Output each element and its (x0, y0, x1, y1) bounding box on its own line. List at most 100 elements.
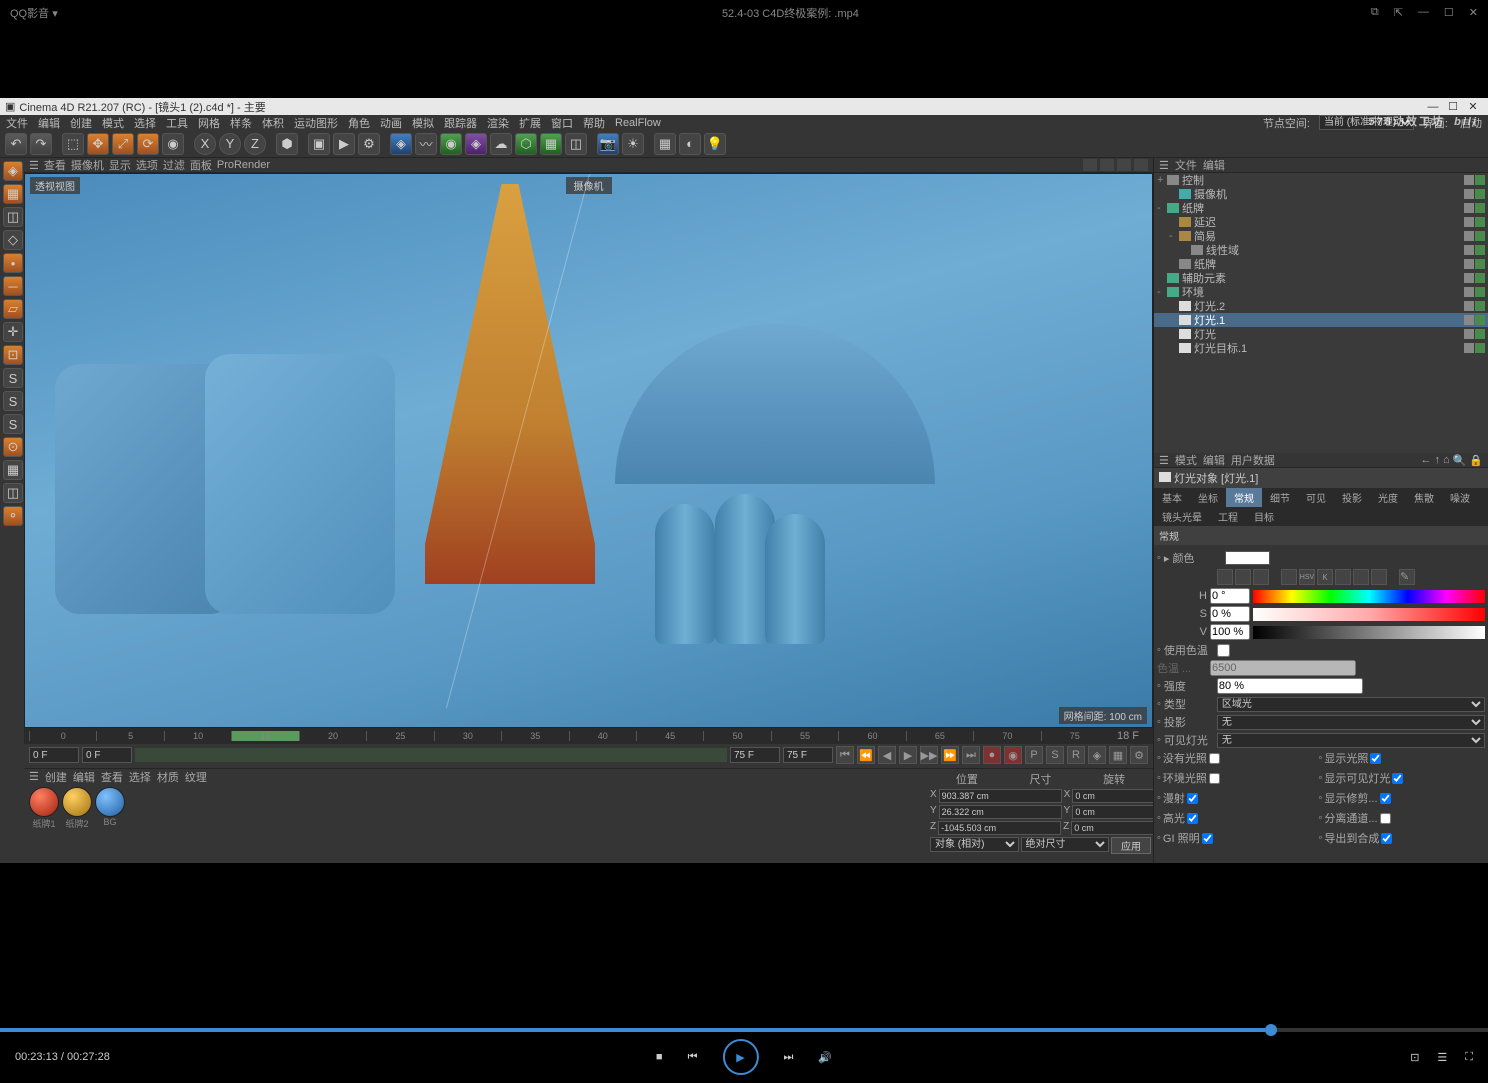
menu-extensions[interactable]: 扩展 (516, 115, 544, 131)
select-tool[interactable]: ⬚ (62, 133, 84, 155)
record-button[interactable]: ● (983, 746, 1001, 764)
video-prev-button[interactable]: ⏮ (688, 1051, 698, 1064)
attr-tab[interactable]: 可见 (1298, 488, 1334, 507)
video-fullscreen-button[interactable]: ⛶ (1465, 1051, 1473, 1064)
color-mode-6[interactable] (1335, 569, 1351, 585)
val-slider[interactable] (1253, 626, 1485, 639)
add-spline[interactable]: 〰 (415, 133, 437, 155)
shadow-type-dropdown[interactable]: 无 (1217, 715, 1485, 730)
attr-lock-button[interactable]: 🔒 (1469, 454, 1483, 467)
attr-tab[interactable]: 工程 (1210, 507, 1246, 526)
material-ball-2[interactable] (62, 787, 92, 817)
attr-menu-edit[interactable]: 编辑 (1203, 452, 1225, 468)
menu-window[interactable]: 窗口 (548, 115, 576, 131)
object-row[interactable]: 延迟 (1154, 215, 1488, 229)
attr-checkbox[interactable] (1380, 813, 1391, 824)
hamburger-icon[interactable]: ☰ (29, 770, 39, 783)
key-scale-button[interactable]: S (1046, 746, 1064, 764)
menu-character[interactable]: 角色 (345, 115, 373, 131)
attr-checkbox[interactable] (1370, 753, 1381, 764)
color-swatch[interactable] (1225, 551, 1270, 565)
dynamics-icon[interactable]: ⚬ (3, 506, 23, 526)
color-s-input[interactable] (1210, 606, 1250, 622)
attr-search-button[interactable]: 🔍 (1453, 454, 1467, 467)
menu-create[interactable]: 创建 (67, 115, 95, 131)
video-progress-thumb[interactable] (1265, 1024, 1277, 1036)
view-menu-options[interactable]: 选项 (136, 157, 158, 173)
menu-spline[interactable]: 样条 (227, 115, 255, 131)
timeline-start-input[interactable] (29, 747, 79, 763)
attr-tab[interactable]: 镜头光晕 (1154, 507, 1210, 526)
goto-nextkey-button[interactable]: ⏩ (941, 746, 959, 764)
coord-mode-dropdown[interactable]: 对象 (相对) (930, 837, 1019, 852)
key-pla-button[interactable]: ◈ (1088, 746, 1106, 764)
object-row[interactable]: 摄像机 (1154, 187, 1488, 201)
viewport-solo2[interactable]: S (3, 391, 23, 411)
floor-grid[interactable]: ▦ (654, 133, 676, 155)
x-axis-lock[interactable]: X (194, 133, 216, 155)
color-mode-hsv[interactable]: HSV (1299, 569, 1315, 585)
menu-tracker[interactable]: 跟踪器 (441, 115, 480, 131)
key-settings-button[interactable]: ⚙ (1130, 746, 1148, 764)
model-mode[interactable]: ▦ (3, 184, 23, 204)
scale-tool[interactable]: ⤢ (112, 133, 134, 155)
pip-icon[interactable]: ⧉ (1371, 6, 1379, 19)
workplane-mode[interactable]: ◇ (3, 230, 23, 250)
y-axis-lock[interactable]: Y (219, 133, 241, 155)
attr-menu-userdata[interactable]: 用户数据 (1231, 452, 1275, 468)
attr-checkbox[interactable] (1392, 773, 1403, 784)
menu-select[interactable]: 选择 (131, 115, 159, 131)
menu-file[interactable]: 文件 (3, 115, 31, 131)
color-mode-4[interactable] (1281, 569, 1297, 585)
undo-button[interactable]: ↶ (5, 133, 27, 155)
menu-mode[interactable]: 模式 (99, 115, 127, 131)
play-button[interactable]: ▶ (899, 746, 917, 764)
attr-checkbox[interactable] (1209, 773, 1220, 784)
player-app-name[interactable]: QQ影音 ▾ (10, 5, 210, 21)
edge-mode[interactable]: ─ (3, 276, 23, 296)
menu-realflow[interactable]: RealFlow (612, 117, 664, 129)
attr-back-button[interactable]: ← (1420, 454, 1431, 467)
attr-checkbox[interactable] (1187, 813, 1198, 824)
menu-mograph[interactable]: 运动图形 (291, 115, 341, 131)
pos-y-input[interactable] (939, 805, 1062, 819)
menu-animate[interactable]: 动画 (377, 115, 405, 131)
menu-mesh[interactable]: 网格 (195, 115, 223, 131)
view-menu-prorender[interactable]: ProRender (217, 159, 270, 171)
viewport-nav-3[interactable] (1117, 159, 1131, 171)
color-mode-2[interactable] (1235, 569, 1251, 585)
object-row[interactable]: 灯光.1 (1154, 313, 1488, 327)
point-mode[interactable]: • (3, 253, 23, 273)
goto-start-button[interactable]: ⏮ (836, 746, 854, 764)
add-volume[interactable]: ◫ (565, 133, 587, 155)
view-menu-display[interactable]: 显示 (109, 157, 131, 173)
key-selection-button[interactable]: ▦ (1109, 746, 1127, 764)
viewport-3d[interactable]: 透视视图 摄像机 网格间距: 100 cm (24, 173, 1153, 728)
move-tool[interactable]: ✥ (87, 133, 109, 155)
attr-up-button[interactable]: ↑ (1434, 454, 1440, 467)
hamburger-icon[interactable]: ☰ (1159, 159, 1169, 172)
attr-checkbox[interactable] (1381, 833, 1392, 844)
last-tool[interactable]: ◉ (162, 133, 184, 155)
add-scene[interactable]: ◐ (679, 133, 701, 155)
obj-menu-file[interactable]: 文件 (1175, 157, 1197, 173)
color-mode-8[interactable] (1371, 569, 1387, 585)
view-menu-panel[interactable]: 面板 (190, 157, 212, 173)
view-menu-filter[interactable]: 过滤 (163, 157, 185, 173)
hamburger-icon[interactable]: ☰ (1159, 454, 1169, 467)
add-deformer[interactable]: ◈ (465, 133, 487, 155)
attr-tab[interactable]: 焦散 (1406, 488, 1442, 507)
hue-slider[interactable] (1253, 590, 1485, 603)
object-row[interactable]: 灯光.2 (1154, 299, 1488, 313)
object-row[interactable]: -简易 (1154, 229, 1488, 243)
color-v-input[interactable] (1210, 624, 1250, 640)
attr-tab[interactable]: 目标 (1246, 507, 1282, 526)
coord-system[interactable]: ⬢ (276, 133, 298, 155)
pin-icon[interactable]: ⇱ (1394, 6, 1403, 19)
axis-mode[interactable]: ✛ (3, 322, 23, 342)
object-manager[interactable]: +控制摄像机-纸牌延迟-简易线性域纸牌辅助元素-环境灯光.2灯光.1灯光灯光目标… (1154, 173, 1488, 453)
goto-prevkey-button[interactable]: ⏪ (857, 746, 875, 764)
menu-simulate[interactable]: 模拟 (409, 115, 437, 131)
rotate-tool[interactable]: ⟳ (137, 133, 159, 155)
view-menu-cameras[interactable]: 摄像机 (71, 157, 104, 173)
